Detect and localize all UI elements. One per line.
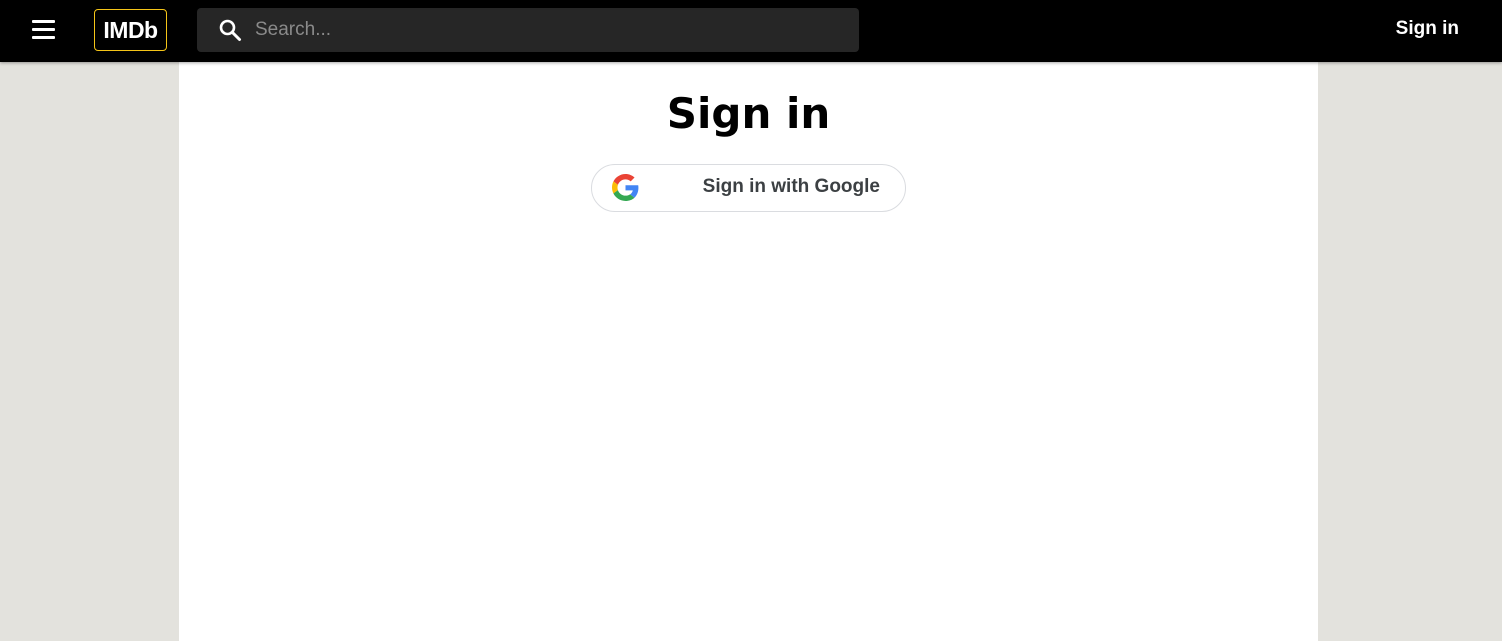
google-g-icon — [612, 174, 639, 201]
imdb-logo[interactable]: IMDb — [94, 9, 167, 51]
sign-in-panel: Sign in Sign in with Google — [179, 62, 1318, 641]
search-input[interactable] — [255, 8, 845, 52]
sign-in-with-google-button[interactable]: Sign in with Google — [591, 164, 906, 212]
search-bar[interactable] — [197, 8, 859, 52]
search-icon[interactable] — [218, 18, 242, 42]
page-title: Sign in — [666, 89, 831, 138]
header-sign-in-link[interactable]: Sign in — [1396, 18, 1459, 40]
menu-button[interactable] — [22, 11, 66, 51]
top-navigation-bar: IMDb Sign in — [0, 0, 1502, 62]
google-button-label: Sign in with Google — [702, 176, 880, 197]
